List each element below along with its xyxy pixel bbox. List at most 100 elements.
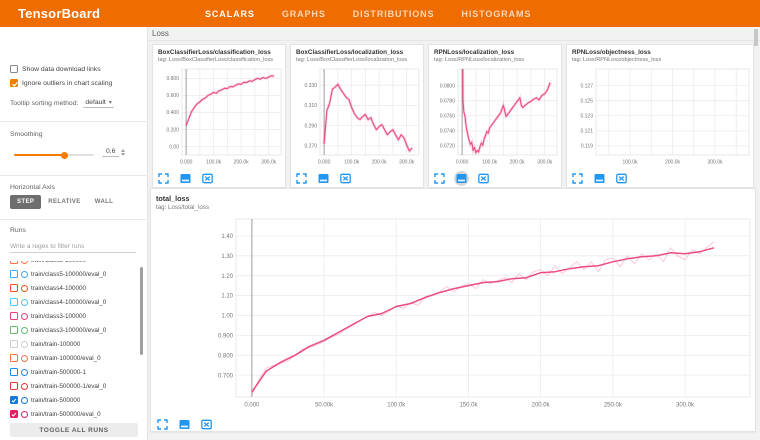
- svg-text:300.0k: 300.0k: [676, 403, 695, 409]
- run-checkbox[interactable]: [10, 326, 18, 334]
- ignore-outliers-checkbox[interactable]: [10, 79, 18, 87]
- horizontal-axis-label: Horizontal Axis: [10, 184, 55, 191]
- run-row[interactable]: train/class3-100000: [0, 309, 142, 323]
- smoothing-slider[interactable]: [14, 154, 94, 156]
- axis-wall-button[interactable]: WALL: [88, 195, 121, 209]
- toggle-all-runs-button[interactable]: TOGGLE ALL RUNS: [10, 423, 138, 437]
- fit-domain-icon[interactable]: [338, 171, 353, 186]
- tab-distributions[interactable]: DISTRIBUTIONS: [353, 9, 435, 19]
- svg-text:200.0k: 200.0k: [665, 160, 681, 166]
- chart-plot[interactable]: 0.07200.07400.07600.07800.08000.000100.0…: [430, 67, 560, 171]
- chart-plot[interactable]: 0.000.2000.4000.6000.8000.000100.0k200.0…: [154, 67, 284, 171]
- run-checkbox[interactable]: [10, 261, 18, 264]
- fit-domain-icon[interactable]: [199, 417, 214, 432]
- run-isolator-toggle[interactable]: [21, 271, 28, 278]
- svg-text:0.121: 0.121: [580, 129, 593, 135]
- run-row[interactable]: train/class4-100000/eval_0: [0, 295, 142, 309]
- run-isolator-toggle[interactable]: [21, 383, 28, 390]
- run-isolator-toggle[interactable]: [21, 313, 28, 320]
- run-row[interactable]: train/train-500000-1: [0, 365, 142, 379]
- svg-text:0.0720: 0.0720: [440, 144, 456, 150]
- run-checkbox[interactable]: [10, 396, 18, 404]
- run-checkbox[interactable]: [10, 410, 18, 418]
- chart-tag: tag: Loss/RPNLoss/localization_loss: [434, 57, 524, 63]
- run-isolator-toggle[interactable]: [21, 299, 28, 306]
- settings-sidebar: Show data download links Ignore outliers…: [0, 27, 148, 440]
- chart-plot[interactable]: 0.2700.2900.3100.3300.000100.0k200.0k300…: [292, 67, 422, 171]
- chart-toolbar: [156, 171, 215, 186]
- runs-list-scrollbar[interactable]: [140, 267, 143, 355]
- main-scrollbar[interactable]: [754, 29, 758, 46]
- run-checkbox[interactable]: [10, 368, 18, 376]
- stepper-up-icon[interactable]: [121, 149, 125, 152]
- expand-icon[interactable]: [294, 171, 309, 186]
- run-row[interactable]: train/class3-100000/eval_0: [0, 323, 142, 337]
- run-checkbox[interactable]: [10, 354, 18, 362]
- svg-text:300.0k: 300.0k: [399, 160, 415, 166]
- run-row[interactable]: train/class5-100000/eval_0: [0, 267, 142, 281]
- chart-toolbar: [294, 171, 353, 186]
- run-label: train/class5-100000: [31, 261, 86, 264]
- run-isolator-toggle[interactable]: [21, 397, 28, 404]
- runs-filter-input[interactable]: [10, 241, 136, 253]
- run-checkbox[interactable]: [10, 382, 18, 390]
- smoothing-slider-thumb[interactable]: [61, 152, 68, 159]
- pin-icon[interactable]: [454, 171, 469, 186]
- run-isolator-toggle[interactable]: [21, 369, 28, 376]
- smoothing-stepper[interactable]: [121, 149, 125, 156]
- svg-text:1.30: 1.30: [221, 254, 233, 260]
- expand-icon[interactable]: [570, 171, 585, 186]
- run-checkbox[interactable]: [10, 270, 18, 278]
- svg-text:1.10: 1.10: [221, 294, 233, 300]
- pin-icon[interactable]: [592, 171, 607, 186]
- smoothing-value-input[interactable]: 0.6: [102, 148, 119, 157]
- run-checkbox[interactable]: [10, 340, 18, 348]
- chart-title: BoxClassifierLoss/classification_loss: [158, 49, 271, 56]
- run-row[interactable]: train/train-100000/eval_0: [0, 351, 142, 365]
- run-row[interactable]: train/class4-100000: [0, 281, 142, 295]
- chart-toolbar: [570, 171, 629, 186]
- expand-icon[interactable]: [432, 171, 447, 186]
- run-isolator-toggle[interactable]: [21, 327, 28, 334]
- chart-plot[interactable]: 0.7000.8000.9001.001.101.201.301.400.000…: [152, 217, 756, 417]
- fit-domain-icon[interactable]: [614, 171, 629, 186]
- run-checkbox[interactable]: [10, 284, 18, 292]
- expand-icon[interactable]: [155, 417, 170, 432]
- tab-graphs[interactable]: GRAPHS: [282, 9, 326, 19]
- svg-text:300.0k: 300.0k: [707, 160, 723, 166]
- show-download-links-checkbox[interactable]: [10, 65, 18, 73]
- divider: [148, 40, 760, 41]
- run-checkbox[interactable]: [10, 298, 18, 306]
- show-download-links-row[interactable]: Show data download links: [10, 65, 101, 73]
- pin-icon[interactable]: [316, 171, 331, 186]
- fit-domain-icon[interactable]: [200, 171, 215, 186]
- expand-icon[interactable]: [156, 171, 171, 186]
- divider: [0, 121, 148, 122]
- loss-group-header[interactable]: Loss: [152, 29, 169, 38]
- horizontal-axis-buttons: STEP RELATIVE WALL: [10, 195, 120, 209]
- stepper-down-icon[interactable]: [121, 153, 125, 156]
- pin-icon[interactable]: [177, 417, 192, 432]
- run-checkbox[interactable]: [10, 312, 18, 320]
- run-isolator-toggle[interactable]: [21, 285, 28, 292]
- chart-tag: tag: Loss/total_loss: [156, 204, 209, 211]
- fit-domain-icon[interactable]: [476, 171, 491, 186]
- chart-toolbar: [155, 417, 214, 432]
- run-row[interactable]: train/train-500000-1/eval_0: [0, 379, 142, 393]
- tooltip-sorting-select[interactable]: default ▾: [83, 99, 113, 108]
- run-isolator-toggle[interactable]: [21, 411, 28, 418]
- tab-histograms[interactable]: HISTOGRAMS: [461, 9, 531, 19]
- ignore-outliers-row[interactable]: Ignore outliers in chart scaling: [10, 79, 112, 87]
- axis-step-button[interactable]: STEP: [10, 195, 41, 209]
- chart-plot[interactable]: 0.1190.1210.1230.1250.127100.0k200.0k300…: [568, 67, 752, 171]
- pin-icon[interactable]: [178, 171, 193, 186]
- chart-tag: tag: Loss/RPNLoss/objectness_loss: [572, 57, 661, 63]
- run-row[interactable]: train/train-500000: [0, 393, 142, 407]
- tab-scalars[interactable]: SCALARS: [205, 9, 255, 19]
- run-row[interactable]: train/train-100000: [0, 337, 142, 351]
- run-row[interactable]: train/train-500000/eval_0: [0, 407, 142, 419]
- run-isolator-toggle[interactable]: [21, 261, 28, 264]
- run-isolator-toggle[interactable]: [21, 355, 28, 362]
- run-isolator-toggle[interactable]: [21, 341, 28, 348]
- axis-relative-button[interactable]: RELATIVE: [41, 195, 87, 209]
